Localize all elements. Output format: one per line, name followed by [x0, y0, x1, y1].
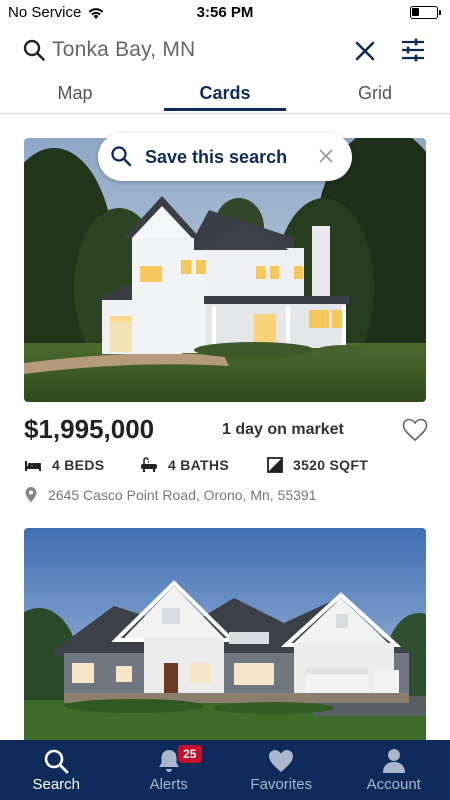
tab-map[interactable]: Map	[0, 76, 150, 113]
beds-label: 4 BEDS	[52, 457, 105, 473]
listing-stats: 4 BEDS 4 BATHS 3520 SQFT	[24, 457, 426, 479]
save-search-banner[interactable]: Save this search	[98, 133, 352, 181]
map-pin-icon	[25, 487, 37, 503]
status-bar: No Service 3:56 PM	[0, 0, 450, 24]
listing-address: 2645 Casco Point Road, Orono, Mn, 55391	[24, 487, 317, 503]
heart-outline-icon[interactable]	[402, 418, 428, 442]
baths-stat: 4 BATHS	[140, 457, 229, 473]
person-icon	[382, 749, 405, 773]
bed-icon	[25, 461, 41, 471]
view-tabs: Map Cards Grid	[0, 76, 450, 114]
tab-cards[interactable]: Cards	[150, 76, 300, 113]
bottom-nav: Search 25 Alerts Favorites Account	[0, 740, 450, 800]
nav-favorites-label: Favorites	[250, 776, 313, 793]
square-footage-icon	[267, 457, 283, 473]
days-on-market: 1 day on market	[222, 421, 344, 438]
heart-icon	[269, 750, 294, 772]
status-time: 3:56 PM	[196, 4, 254, 21]
baths-label: 4 BATHS	[168, 457, 229, 473]
search-icon	[44, 749, 69, 774]
search-input[interactable]: Tonka Bay, MN	[52, 38, 195, 62]
close-icon[interactable]	[354, 40, 376, 62]
nav-account[interactable]: Account	[338, 740, 450, 800]
sqft-stat: 3520 SQFT	[267, 457, 368, 473]
address-text: 2645 Casco Point Road, Orono, Mn, 55391	[48, 487, 317, 503]
alerts-badge: 25	[177, 745, 202, 763]
search-icon	[23, 39, 45, 61]
nav-alerts-label: Alerts	[149, 776, 188, 793]
nav-account-label: Account	[366, 776, 421, 793]
sqft-label: 3520 SQFT	[293, 457, 369, 473]
listing-photo[interactable]	[24, 528, 426, 740]
bathtub-icon	[141, 457, 157, 472]
nav-alerts[interactable]: 25 Alerts	[113, 740, 226, 800]
search-bar[interactable]: Tonka Bay, MN	[0, 30, 450, 72]
battery-level	[412, 8, 419, 16]
save-search-label[interactable]: Save this search	[145, 147, 287, 168]
nav-search[interactable]: Search	[0, 740, 113, 800]
filter-sliders-icon[interactable]	[400, 37, 426, 63]
search-icon	[111, 146, 132, 167]
battery-icon	[410, 6, 441, 19]
nav-search-label: Search	[32, 776, 81, 793]
listing-price: $1,995,000	[24, 414, 155, 444]
nav-favorites[interactable]: Favorites	[225, 740, 338, 800]
beds-stat: 4 BEDS	[24, 457, 104, 473]
tab-grid[interactable]: Grid	[300, 76, 450, 113]
close-icon[interactable]	[318, 148, 334, 164]
listing-photo-image	[24, 528, 426, 740]
